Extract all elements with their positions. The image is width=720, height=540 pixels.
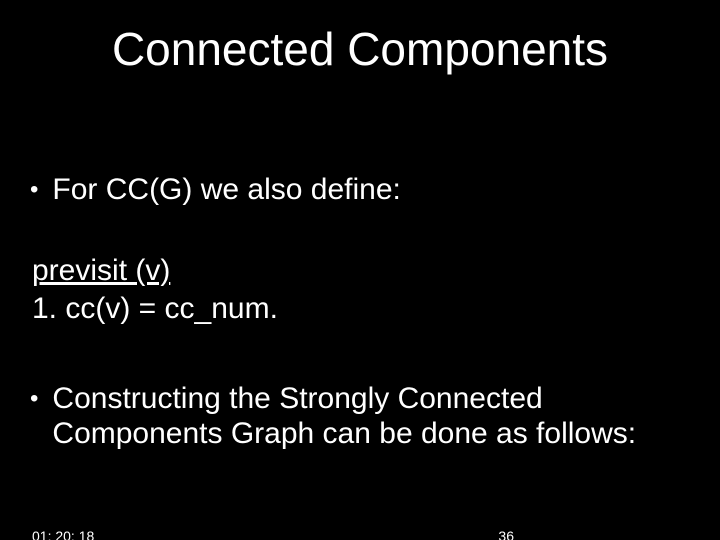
previsit-heading: previsit (v) bbox=[32, 254, 170, 288]
slide: Connected Components • For CC(G) we also… bbox=[0, 22, 720, 540]
bullet-1-text: For CC(G) we also define: bbox=[52, 172, 400, 207]
bullet-item-2: • Constructing the Strongly Connected Co… bbox=[30, 381, 720, 452]
timestamp: 01: 20: 18 bbox=[32, 528, 94, 540]
page-number: 36 bbox=[498, 528, 514, 540]
slide-title: Connected Components bbox=[0, 22, 720, 76]
bullet-dot-icon: • bbox=[30, 385, 38, 413]
cc-assignment-line: 1. cc(v) = cc_num. bbox=[32, 292, 278, 326]
bullet-2-text: Constructing the Strongly Connected Comp… bbox=[52, 381, 690, 452]
bullet-item-1: • For CC(G) we also define: bbox=[30, 172, 431, 207]
bullet-dot-icon: • bbox=[30, 176, 38, 204]
